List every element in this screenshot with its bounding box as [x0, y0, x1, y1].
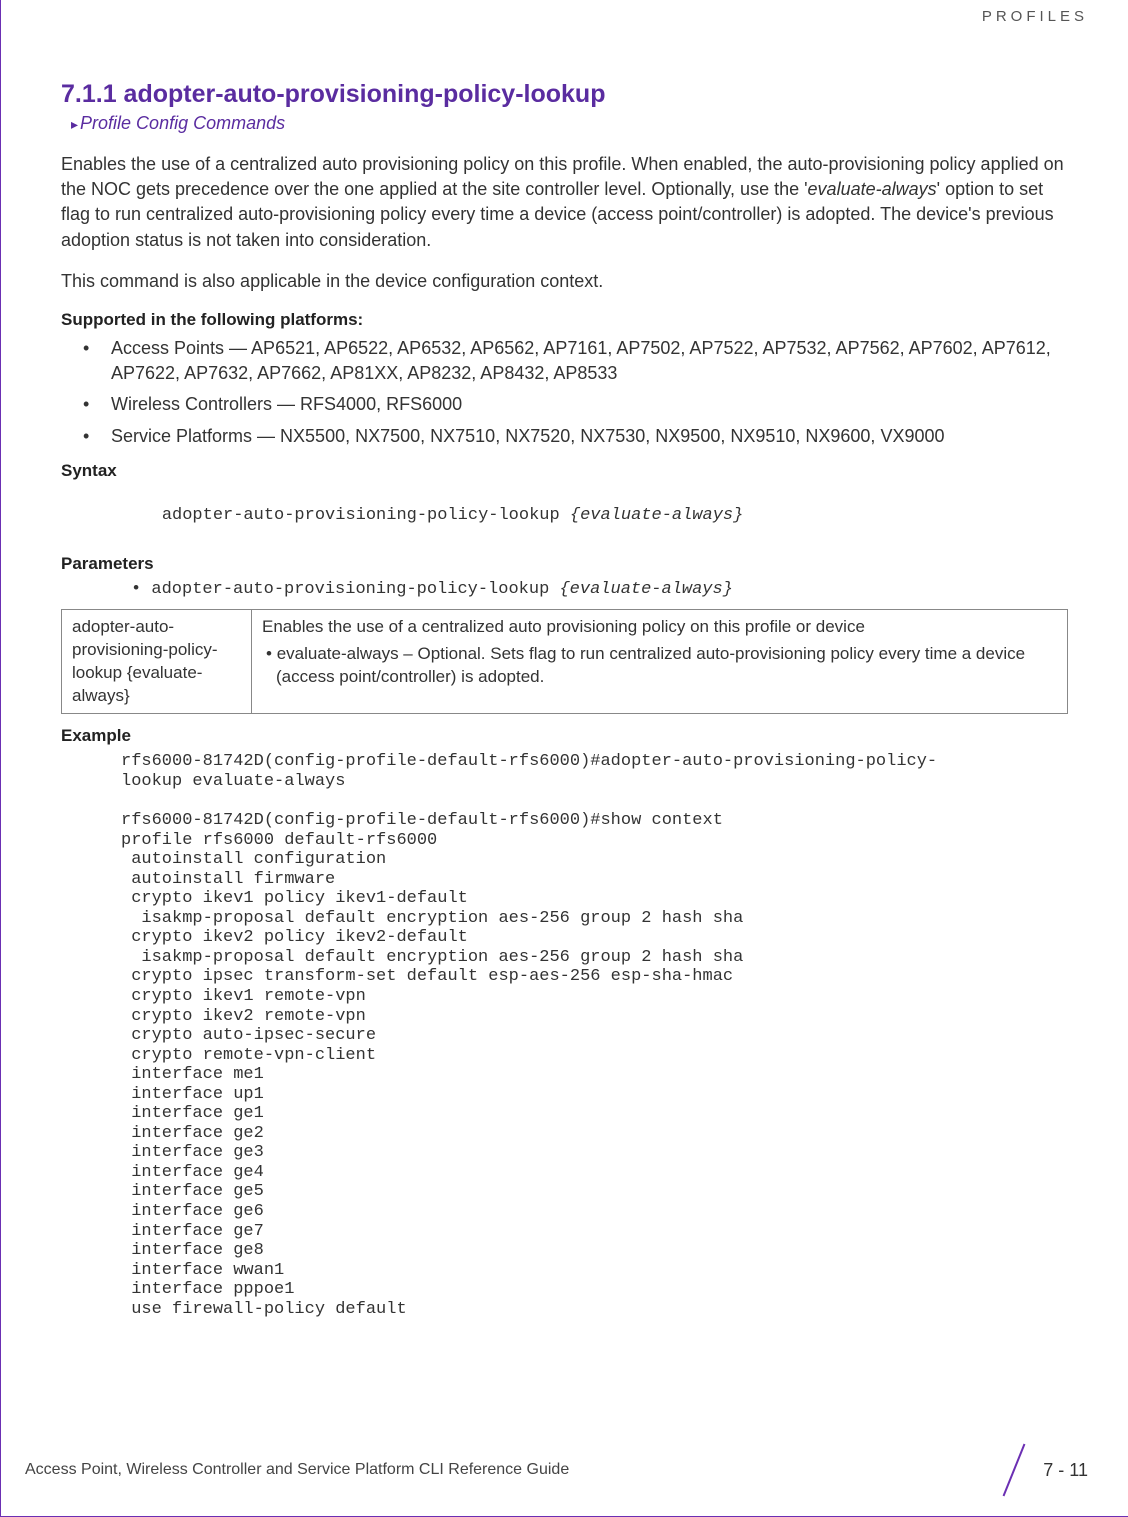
syntax-heading: Syntax [61, 461, 1068, 481]
param-table-right: Enables the use of a centralized auto pr… [252, 609, 1068, 714]
parameters-heading: Parameters [61, 554, 1068, 574]
parameters-line: adopter-auto-provisioning-policy-lookup … [131, 580, 1068, 599]
param-table-right-bullet: evaluate-always – Optional. Sets flag to… [262, 643, 1057, 689]
chapter-header-label: PROFILES [982, 8, 1088, 25]
platforms-list: Access Points — AP6521, AP6522, AP6532, … [61, 336, 1068, 449]
intro-paragraph-2: This command is also applicable in the d… [61, 269, 1068, 294]
page-footer: Access Point, Wireless Controller and Se… [25, 1446, 1088, 1494]
param-arg: {evaluate-always} [559, 580, 732, 599]
list-item: Service Platforms — NX5500, NX7500, NX75… [111, 424, 1068, 449]
param-table-left: adopter-auto-provisioning-policy-lookup … [62, 609, 252, 714]
footer-page-number: 7 - 11 [1043, 1460, 1088, 1481]
platforms-heading: Supported in the following platforms: [61, 310, 1068, 330]
example-heading: Example [61, 726, 1068, 746]
list-item: Wireless Controllers — RFS4000, RFS6000 [111, 392, 1068, 417]
section-title: 7.1.1 adopter-auto-provisioning-policy-l… [61, 80, 1068, 109]
syntax-arg: {evaluate-always} [570, 506, 743, 525]
breadcrumb[interactable]: Profile Config Commands [71, 113, 1068, 134]
parameters-table: adopter-auto-provisioning-policy-lookup … [61, 609, 1068, 715]
list-item: Access Points — AP6521, AP6522, AP6532, … [111, 336, 1068, 386]
param-cmd: adopter-auto-provisioning-policy-lookup [151, 580, 559, 599]
intro-paragraph-1: Enables the use of a centralized auto pr… [61, 152, 1068, 253]
syntax-line: adopter-auto-provisioning-policy-lookup … [121, 487, 1068, 544]
param-table-right-top: Enables the use of a centralized auto pr… [262, 616, 1057, 639]
syntax-cmd: adopter-auto-provisioning-policy-lookup [162, 506, 570, 525]
example-block: rfs6000-81742D(config-profile-default-rf… [121, 752, 1068, 1319]
footer-doc-title: Access Point, Wireless Controller and Se… [25, 1461, 569, 1479]
footer-page-wrap: 7 - 11 [997, 1446, 1088, 1494]
page-content: 7.1.1 adopter-auto-provisioning-policy-l… [1, 0, 1128, 1319]
intro-em: evaluate-always [808, 179, 937, 199]
footer-slash-icon [997, 1446, 1031, 1494]
